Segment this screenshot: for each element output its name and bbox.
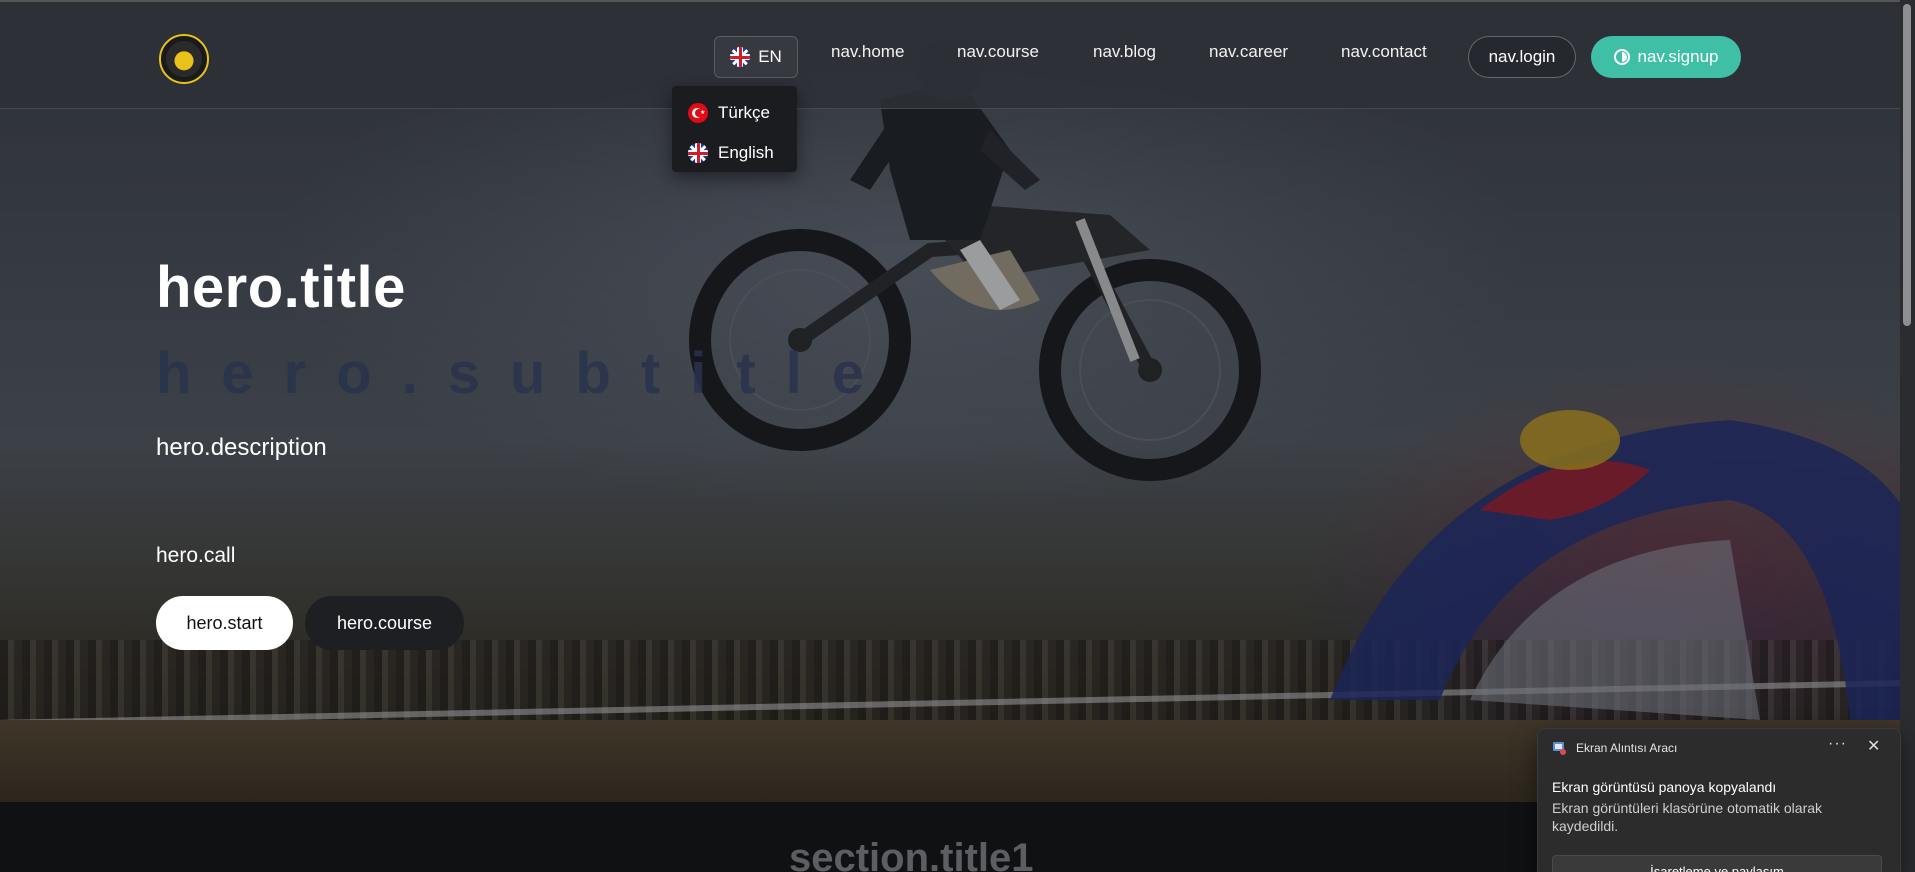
hero-subtitle: hero.subtitle bbox=[156, 341, 895, 406]
language-option-turkish[interactable]: ★ Türkçe bbox=[688, 98, 770, 128]
notification-action-button[interactable]: İşaretleme ve paylaşım bbox=[1552, 855, 1882, 872]
snipping-tool-icon bbox=[1553, 742, 1566, 755]
language-selector-button[interactable]: EN bbox=[714, 36, 798, 78]
section-title: section.title1 bbox=[789, 836, 1034, 872]
page: EN nav.home nav.course nav.blog nav.care… bbox=[0, 0, 1915, 872]
uk-flag-icon bbox=[688, 143, 708, 163]
notification-body: Ekran görüntüleri klasörüne otomatik ola… bbox=[1552, 800, 1823, 834]
nav-link-course[interactable]: nav.course bbox=[957, 42, 1039, 62]
hero-description: hero.description bbox=[156, 434, 327, 461]
login-button-label: nav.login bbox=[1488, 47, 1556, 66]
notification-title: Ekran görüntüsü panoya kopyalandı bbox=[1552, 779, 1777, 795]
nav-link-blog[interactable]: nav.blog bbox=[1093, 42, 1156, 62]
site-logo[interactable] bbox=[159, 34, 209, 84]
language-option-label: Türkçe bbox=[718, 103, 770, 122]
hero-course-button[interactable]: hero.course bbox=[305, 596, 464, 650]
signup-button[interactable]: nav.signup bbox=[1591, 36, 1741, 78]
uk-flag-icon bbox=[730, 47, 751, 67]
language-code: EN bbox=[758, 47, 782, 66]
more-icon[interactable]: ··· bbox=[1828, 735, 1847, 753]
fence-line bbox=[0, 680, 1900, 726]
inflatable-arch-image bbox=[1330, 410, 1910, 720]
login-button[interactable]: nav.login bbox=[1468, 36, 1576, 78]
top-navbar: EN nav.home nav.course nav.blog nav.care… bbox=[0, 0, 1900, 109]
hero-title: hero.title bbox=[156, 255, 406, 320]
hero-call-text: hero.call bbox=[156, 544, 236, 567]
close-icon[interactable]: ✕ bbox=[1867, 736, 1880, 756]
nav-link-career[interactable]: nav.career bbox=[1209, 42, 1288, 62]
nav-link-home[interactable]: nav.home bbox=[831, 42, 904, 62]
page-scrollbar-thumb[interactable] bbox=[1903, 4, 1911, 326]
signup-icon bbox=[1613, 49, 1630, 65]
logo-emblem-icon bbox=[166, 41, 202, 77]
signup-button-label: nav.signup bbox=[1637, 47, 1719, 66]
language-dropdown-menu: ★ Türkçe English bbox=[672, 86, 797, 172]
language-option-english[interactable]: English bbox=[688, 138, 774, 168]
nav-link-contact[interactable]: nav.contact bbox=[1341, 42, 1427, 62]
notification-app-name: Ekran Alıntısı Aracı bbox=[1576, 741, 1678, 755]
turkey-flag-icon: ★ bbox=[688, 103, 708, 123]
crowd-image-area bbox=[0, 640, 1900, 730]
snipping-tool-notification[interactable]: Ekran Alıntısı Aracı ··· ✕ Ekran görüntü… bbox=[1537, 728, 1901, 872]
language-option-label: English bbox=[718, 143, 774, 162]
hero-start-button[interactable]: hero.start bbox=[156, 596, 293, 650]
